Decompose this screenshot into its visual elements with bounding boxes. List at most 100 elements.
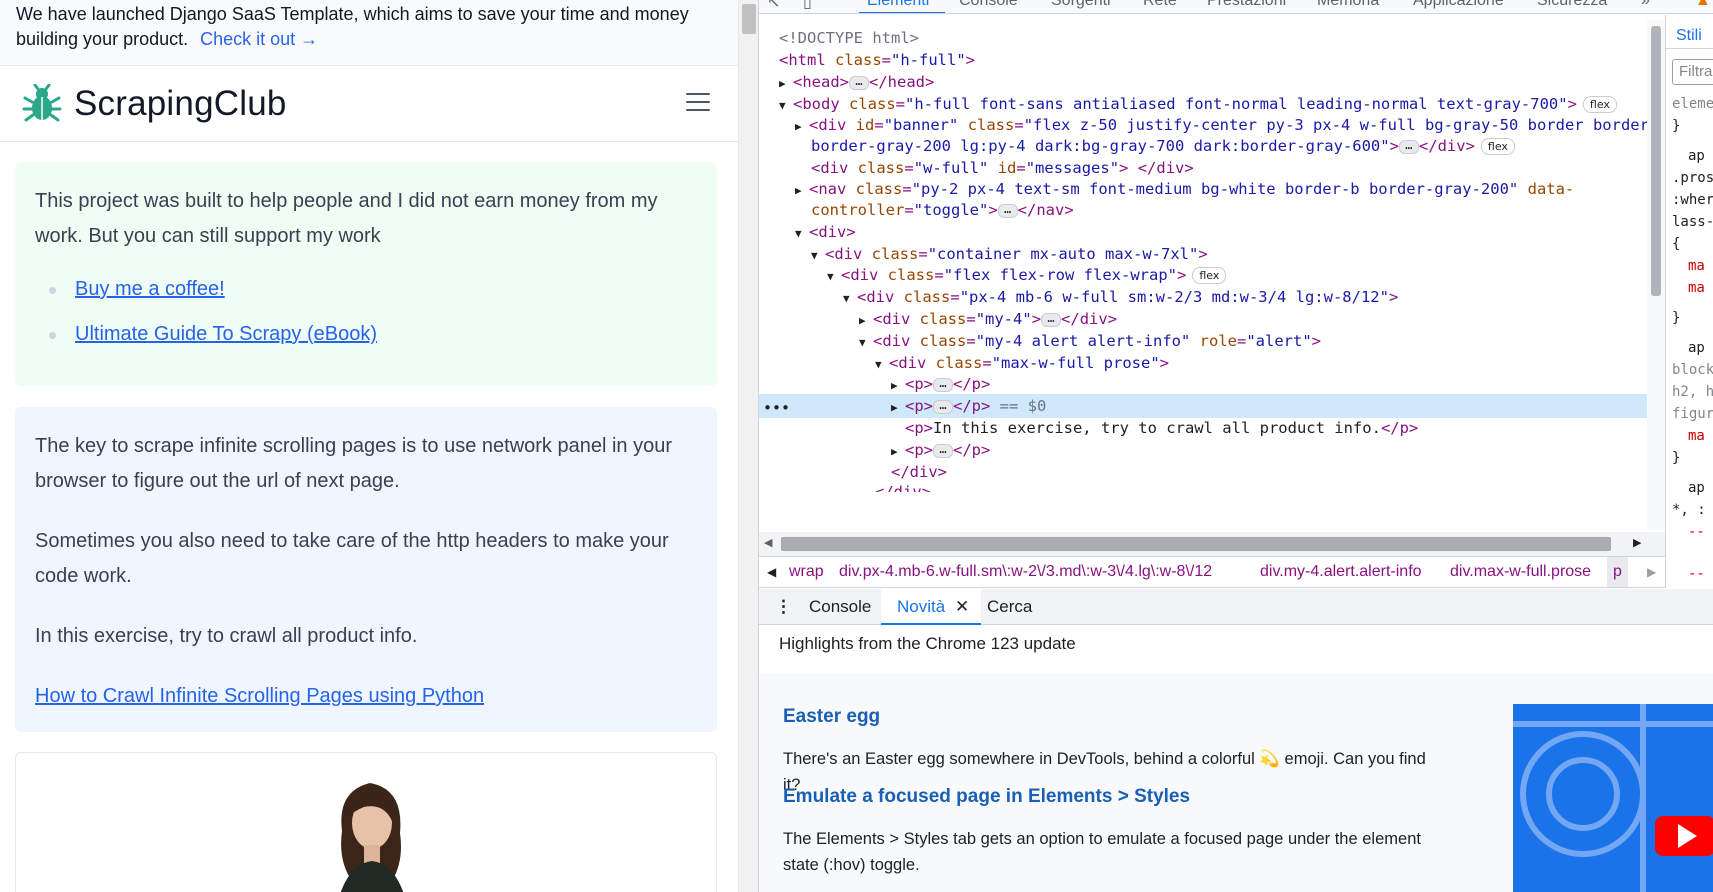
feature-heading[interactable]: Emulate a focused page in Elements > Sty… bbox=[783, 786, 1190, 808]
banner-text: We have launched Django SaaS Template, w… bbox=[16, 4, 689, 49]
devtools-tabbar: ↖ ▯ Elementi Console Sorgenti Rete Prest… bbox=[759, 0, 1713, 14]
video-thumbnail[interactable] bbox=[1513, 704, 1713, 892]
expand-icon: ▶ bbox=[795, 120, 802, 133]
tab-styles[interactable]: Stili bbox=[1676, 27, 1702, 45]
dom-line-flex-row[interactable]: ▼ <div class="flex flex-row flex-wrap"> fl… bbox=[827, 263, 1227, 287]
dom-tree: <!DOCTYPE html> <html class="h-full"> ▶ <… bbox=[759, 15, 1647, 533]
breadcrumb-item[interactable]: div.my-4.alert.alert-info bbox=[1260, 557, 1422, 587]
ellipsis-icon: … bbox=[849, 75, 869, 90]
dom-line-p2-selected[interactable]: ▶ <p>… </p> == $0 bbox=[759, 394, 1647, 418]
tab-sources[interactable]: Sorgenti bbox=[1051, 0, 1111, 10]
tab-console[interactable]: Console bbox=[959, 0, 1018, 10]
collapse-icon: ▼ bbox=[811, 249, 818, 262]
ellipsis-icon: … bbox=[933, 443, 953, 458]
dom-line-p3[interactable]: <p>In this exercise, try to crawl all pr… bbox=[905, 416, 1418, 440]
scroll-left-icon[interactable]: ◀ bbox=[764, 536, 772, 549]
collapse-icon: ▼ bbox=[843, 292, 850, 305]
warning-icon[interactable]: ▲ bbox=[1695, 0, 1711, 10]
styles-rules: eleme } ap .pros :wher lass- { ma ma } a… bbox=[1672, 96, 1713, 582]
tutorial-link[interactable]: How to Crawl Infinite Scrolling Pages us… bbox=[35, 685, 484, 707]
breadcrumb-item[interactable]: wrap bbox=[789, 557, 824, 587]
info-paragraph: The key to scrape infinite scrolling pag… bbox=[35, 435, 673, 492]
ellipsis-icon: … bbox=[933, 399, 953, 414]
drawer-menu-icon[interactable]: ⋮ bbox=[775, 589, 792, 625]
dom-line-my4[interactable]: ▶ <div class="my-4">… </div> bbox=[859, 307, 1117, 331]
drawer-tab-whats-new[interactable]: Novità bbox=[897, 589, 945, 625]
dom-line-p4[interactable]: ▶ <p>… </p> bbox=[891, 438, 990, 462]
dom-line-doctype[interactable]: <!DOCTYPE html> bbox=[779, 26, 919, 50]
devtools-panel: ↖ ▯ Elementi Console Sorgenti Rete Prest… bbox=[758, 0, 1713, 892]
product-card[interactable] bbox=[15, 752, 717, 892]
collapse-icon: ▼ bbox=[779, 99, 786, 112]
product-image[interactable] bbox=[312, 761, 432, 892]
feature-description: The Elements > Styles tab gets an option… bbox=[783, 830, 1421, 874]
close-icon[interactable]: ✕ bbox=[955, 589, 969, 625]
bug-logo-icon[interactable] bbox=[22, 83, 62, 124]
dom-line-alert[interactable]: ▼ <div class="my-4 alert alert-info" role… bbox=[859, 329, 1321, 353]
dom-line-nav-cont[interactable]: controller="toggle">… </nav> bbox=[811, 198, 1074, 222]
ebook-link[interactable]: Ultimate Guide To Scrapy (eBook) bbox=[75, 323, 377, 345]
drawer-tab-search[interactable]: Cerca bbox=[987, 589, 1032, 625]
styles-filter-input[interactable]: Filtra bbox=[1672, 59, 1713, 85]
tab-memory[interactable]: Memoria bbox=[1317, 0, 1379, 10]
breadcrumb-prev-icon[interactable]: ◀ bbox=[767, 557, 776, 587]
dom-line-alert-close[interactable]: </div> bbox=[875, 480, 931, 492]
scrollbar-thumb[interactable] bbox=[781, 537, 1611, 551]
whats-new-title: Highlights from the Chrome 123 update bbox=[779, 634, 1076, 653]
breadcrumb-item-selected[interactable]: p bbox=[1607, 557, 1628, 587]
device-toolbar-icon[interactable]: ▯ bbox=[803, 0, 812, 12]
selected-marker: == $0 bbox=[999, 397, 1047, 415]
dom-horizontal-scrollbar[interactable]: ◀ ▶ bbox=[759, 532, 1665, 556]
info-alert: The key to scrape infinite scrolling pag… bbox=[15, 407, 717, 732]
dom-line-p1[interactable]: ▶ <p>… </p> bbox=[891, 372, 990, 396]
flex-badge[interactable]: flex bbox=[1480, 138, 1515, 155]
scroll-right-icon[interactable]: ▶ bbox=[1633, 536, 1641, 549]
brand-name[interactable]: ScrapingClub bbox=[74, 84, 287, 124]
expand-icon: ▶ bbox=[795, 184, 802, 197]
dom-line-html[interactable]: <html class="h-full"> bbox=[779, 48, 975, 72]
more-tabs-icon[interactable]: » bbox=[1641, 0, 1650, 10]
scrollbar-thumb[interactable] bbox=[1651, 26, 1661, 296]
ellipsis-icon: … bbox=[933, 377, 953, 392]
dom-line-head[interactable]: ▶ <head>… </head> bbox=[779, 70, 934, 94]
breadcrumb-item[interactable]: div.px-4.mb-6.w-full.sm\:w-2\/3.md\:w-3\… bbox=[839, 557, 1212, 587]
styles-pane: Stili Filtra eleme } ap .pros :wher lass… bbox=[1665, 15, 1713, 588]
support-links-list: Buy me a coffee! Ultimate Guide To Scrap… bbox=[35, 272, 697, 352]
active-tab-indicator bbox=[859, 12, 945, 13]
ellipsis-icon: … bbox=[1398, 139, 1419, 154]
collapse-icon: ▼ bbox=[875, 358, 882, 371]
more-options-icon[interactable]: ••• bbox=[763, 399, 790, 417]
tab-network[interactable]: Rete bbox=[1143, 0, 1177, 10]
whats-new-panel: Highlights from the Chrome 123 update Ea… bbox=[759, 626, 1713, 892]
tab-performance[interactable]: Prestazioni bbox=[1207, 0, 1286, 10]
feature-heading[interactable]: Easter egg bbox=[783, 706, 880, 728]
dom-line-column[interactable]: ▼ <div class="px-4 mb-6 w-full sm:w-2/3 m… bbox=[843, 285, 1398, 309]
tab-security[interactable]: Sicurezza bbox=[1537, 0, 1607, 10]
announcement-banner: We have launched Django SaaS Template, w… bbox=[0, 0, 738, 66]
ellipsis-icon: … bbox=[1041, 312, 1062, 327]
dom-line-div[interactable]: ▼ <div> bbox=[795, 220, 856, 244]
inspect-element-icon[interactable]: ↖ bbox=[767, 0, 780, 12]
support-alert: This project was built to help people an… bbox=[15, 162, 717, 386]
drawer-tab-console[interactable]: Console bbox=[809, 589, 871, 625]
flex-badge[interactable]: flex bbox=[1582, 96, 1617, 113]
expand-icon: ▶ bbox=[891, 401, 898, 414]
breadcrumb: ◀ wrap div.px-4.mb-6.w-full.sm\:w-2\/3.m… bbox=[759, 556, 1665, 588]
hamburger-menu-icon[interactable] bbox=[686, 93, 710, 113]
banner-link[interactable]: Check it out → bbox=[200, 29, 318, 49]
breadcrumb-next-icon[interactable]: ▶ bbox=[1647, 557, 1656, 587]
breadcrumb-item[interactable]: div.max-w-full.prose bbox=[1450, 557, 1591, 587]
tab-application[interactable]: Applicazione bbox=[1413, 0, 1504, 10]
flex-badge[interactable]: flex bbox=[1192, 267, 1227, 284]
site-navbar: ScrapingClub bbox=[0, 66, 738, 142]
collapse-icon: ▼ bbox=[795, 227, 802, 240]
dom-vertical-scrollbar[interactable] bbox=[1647, 20, 1665, 530]
tab-elements[interactable]: Elementi bbox=[867, 0, 929, 10]
website-viewport: We have launched Django SaaS Template, w… bbox=[0, 0, 738, 892]
support-text: This project was built to help people an… bbox=[35, 190, 658, 247]
site-scrollbar[interactable] bbox=[738, 0, 758, 892]
buy-coffee-link[interactable]: Buy me a coffee! bbox=[75, 278, 225, 300]
dom-line-banner-cont[interactable]: border-gray-200 lg:py-4 dark:bg-gray-700… bbox=[811, 134, 1515, 158]
scrollbar-thumb[interactable] bbox=[742, 4, 756, 34]
info-paragraph: Sometimes you also need to take care of … bbox=[35, 530, 669, 587]
